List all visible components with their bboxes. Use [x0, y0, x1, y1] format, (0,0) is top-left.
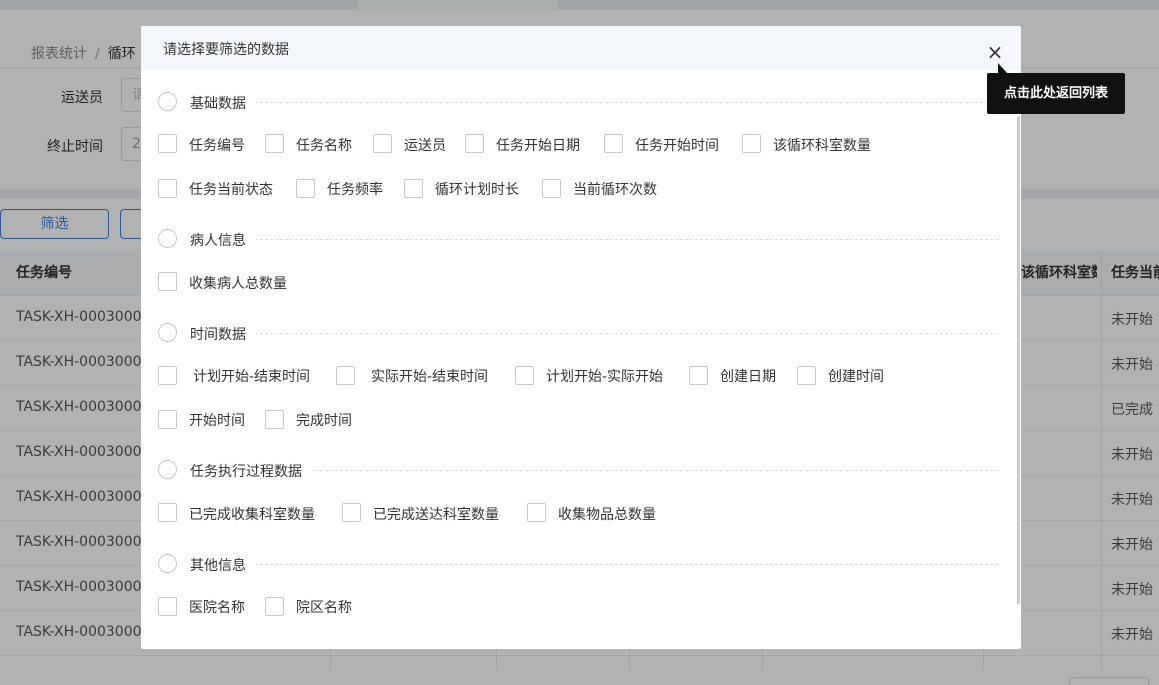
option-checkbox[interactable] [797, 366, 816, 385]
section-radio[interactable] [158, 460, 177, 479]
option-label[interactable]: 任务开始日期 [496, 135, 580, 155]
section-divider-line [190, 239, 998, 240]
dialog-title: 请选择要筛选的数据 [163, 39, 289, 59]
option-checkbox[interactable] [527, 503, 546, 522]
option-checkbox[interactable] [542, 179, 561, 198]
section-divider-line [190, 333, 998, 334]
section-patient-info: 病人信息 [158, 228, 998, 250]
option-checkbox[interactable] [342, 503, 361, 522]
option-label[interactable]: 计划开始-结束时间 [193, 366, 310, 386]
option-checkbox[interactable] [158, 272, 177, 291]
section-divider-line [190, 564, 998, 565]
option-label[interactable]: 任务频率 [327, 179, 383, 199]
option-label[interactable]: 创建日期 [720, 366, 776, 386]
section-divider-line [190, 102, 998, 103]
filter-dialog: 请选择要筛选的数据 × 基础数据 任务编号 任务名称 运送员 任务开始日期 任务… [141, 26, 1021, 649]
option-label[interactable]: 实际开始-结束时间 [371, 366, 488, 386]
option-checkbox[interactable] [265, 134, 284, 153]
option-checkbox[interactable] [158, 366, 177, 385]
section-radio[interactable] [158, 554, 177, 573]
option-label[interactable]: 任务编号 [189, 135, 245, 155]
option-label[interactable]: 循环计划时长 [435, 179, 519, 199]
option-checkbox[interactable] [404, 179, 423, 198]
close-tooltip: 点击此处返回列表 [987, 73, 1125, 114]
dialog-scrollbar[interactable] [1017, 116, 1020, 604]
option-checkbox[interactable] [158, 179, 177, 198]
section-radio[interactable] [158, 229, 177, 248]
option-label[interactable]: 当前循环次数 [573, 179, 657, 199]
option-checkbox[interactable] [158, 503, 177, 522]
section-title: 任务执行过程数据 [190, 461, 312, 481]
section-other-info: 其他信息 [158, 553, 998, 575]
option-label[interactable]: 开始时间 [189, 410, 245, 430]
option-checkbox[interactable] [465, 134, 484, 153]
option-checkbox[interactable] [689, 366, 708, 385]
option-label[interactable]: 已完成收集科室数量 [189, 504, 315, 524]
option-label[interactable]: 收集物品总数量 [558, 504, 656, 524]
option-checkbox[interactable] [373, 134, 392, 153]
section-radio[interactable] [158, 92, 177, 111]
option-label[interactable]: 任务开始时间 [635, 135, 719, 155]
close-icon[interactable]: × [983, 40, 1007, 64]
option-label[interactable]: 创建时间 [828, 366, 884, 386]
option-checkbox[interactable] [604, 134, 623, 153]
dialog-header: 请选择要筛选的数据 × [141, 26, 1021, 70]
section-basic-data: 基础数据 [158, 91, 998, 113]
option-label[interactable]: 计划开始-实际开始 [546, 366, 663, 386]
option-label[interactable]: 医院名称 [189, 597, 245, 617]
option-label[interactable]: 收集病人总数量 [189, 273, 287, 293]
option-checkbox[interactable] [515, 366, 534, 385]
option-label[interactable]: 运送员 [404, 135, 446, 155]
section-radio[interactable] [158, 323, 177, 342]
section-title: 时间数据 [190, 324, 256, 344]
option-label[interactable]: 完成时间 [296, 410, 352, 430]
option-label[interactable]: 任务当前状态 [189, 179, 273, 199]
option-label[interactable]: 任务名称 [296, 135, 352, 155]
section-title: 其他信息 [190, 555, 256, 575]
option-label[interactable]: 院区名称 [296, 597, 352, 617]
option-checkbox[interactable] [158, 134, 177, 153]
section-title: 基础数据 [190, 93, 256, 113]
option-checkbox[interactable] [296, 179, 315, 198]
option-checkbox[interactable] [265, 410, 284, 429]
option-checkbox[interactable] [742, 134, 761, 153]
option-label[interactable]: 该循环科室数量 [773, 135, 871, 155]
option-checkbox[interactable] [265, 597, 284, 616]
option-checkbox[interactable] [158, 597, 177, 616]
option-label[interactable]: 已完成送达科室数量 [373, 504, 499, 524]
option-checkbox[interactable] [158, 410, 177, 429]
section-execution-data: 任务执行过程数据 [158, 459, 998, 481]
section-title: 病人信息 [190, 230, 256, 250]
section-time-data: 时间数据 [158, 322, 998, 344]
option-checkbox[interactable] [336, 366, 355, 385]
